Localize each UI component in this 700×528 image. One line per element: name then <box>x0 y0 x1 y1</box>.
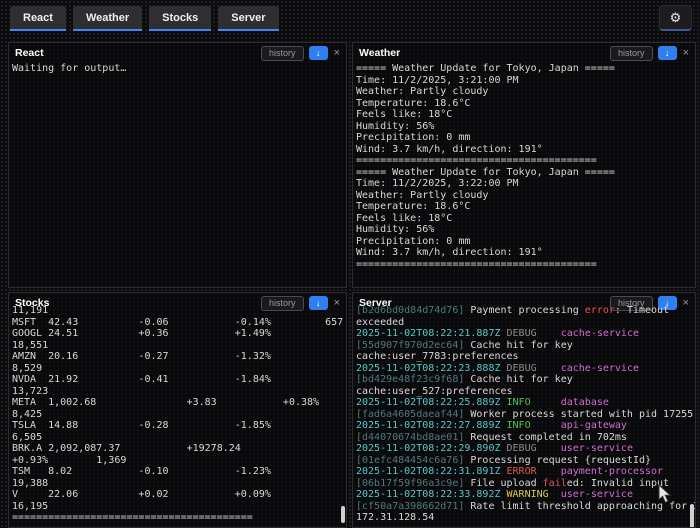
weather-output-text: ===== Weather Update for Tokyo, Japan ==… <box>356 63 615 270</box>
scrollbar-thumb[interactable] <box>341 506 345 523</box>
panel-weather-body: ===== Weather Update for Tokyo, Japan ==… <box>353 59 695 270</box>
tab-bar-tabs: React Weather Stocks Server <box>10 5 659 31</box>
panel-react-header: React history ↓ × <box>9 43 346 61</box>
gear-icon: ⚙ <box>669 9 682 25</box>
panel-weather-header: Weather history ↓ × <box>353 43 695 61</box>
log-line: [06b17f59f96a3c9e] File upload failed: I… <box>356 477 670 489</box>
panel-title: React <box>15 47 44 59</box>
log-line: 2025-11-02T08:22:27.889Z INFO api-gatewa… <box>356 420 627 431</box>
panel-server-body: [b2d6bd0d84d74d76] Payment processing er… <box>353 305 695 524</box>
log-line: [01efc484454c6a76] Processing request {r… <box>356 454 652 466</box>
panel-server: Server history ↓ × [b2d6bd0d84d74d76] Pa… <box>352 292 696 528</box>
server-log: [b2d6bd0d84d74d76] Payment processing er… <box>356 305 695 524</box>
log-line: 2025-11-02T08:22:23.888Z DEBUG cache-ser… <box>356 362 639 374</box>
tab-weather[interactable]: Weather <box>72 5 143 31</box>
close-icon[interactable]: × <box>334 47 340 59</box>
log-line: 2025-11-02T08:22:21.887Z DEBUG cache-ser… <box>356 328 639 339</box>
history-button[interactable]: history <box>261 45 304 61</box>
panel-weather: Weather history ↓ × ===== Weather Update… <box>352 42 696 288</box>
log-line: exceeded <box>356 316 405 328</box>
collapse-button[interactable]: ↓ <box>308 46 328 60</box>
log-line: 2025-11-02T08:22:31.891Z ERROR payment-p… <box>356 466 664 477</box>
panel-stocks-body: 11,191 MSFT 42.43 -0.06 -0.14% 657 GOOGL… <box>9 305 346 524</box>
settings-button[interactable]: ⚙ <box>659 5 692 31</box>
arrow-down-icon: ↓ <box>315 297 321 308</box>
tab-stocks[interactable]: Stocks <box>149 5 212 31</box>
panel-react-body: Waiting for output… <box>9 59 346 75</box>
stocks-output-text: 11,191 MSFT 42.43 -0.06 -0.14% 657 GOOGL… <box>12 305 344 523</box>
top-tab-bar: React Weather Stocks Server ⚙ <box>0 0 700 36</box>
close-icon[interactable]: × <box>334 297 340 309</box>
collapse-button[interactable]: ↓ <box>657 46 677 60</box>
arrow-down-icon: ↓ <box>315 47 321 58</box>
log-line: [bd429e48f23c9f68] Cache hit for key <box>356 374 573 385</box>
panel-stocks-header: Stocks history ↓ × <box>9 293 346 311</box>
history-button[interactable]: history <box>610 45 653 61</box>
panel-stocks: Stocks history ↓ × 11,191 MSFT 42.43 -0.… <box>8 292 347 528</box>
log-line: 2025-11-02T08:22:25.889Z INFO database <box>356 397 609 408</box>
log-line: cache:user_527:preferences <box>356 385 513 397</box>
log-line: cache:user_7783:preferences <box>356 351 519 362</box>
collapse-button[interactable]: ↓ <box>308 296 328 310</box>
scrollbar-thumb[interactable] <box>690 504 694 527</box>
log-line: 2025-11-02T08:22:33.892Z WARNING user-se… <box>356 489 633 500</box>
panel-title: Stocks <box>15 297 50 309</box>
react-output-text: Waiting for output… <box>12 63 127 74</box>
panel-react: React history ↓ × Waiting for output… <box>8 42 347 288</box>
log-line: 2025-11-02T08:22:29.890Z DEBUG user-serv… <box>356 443 633 454</box>
tab-react[interactable]: React <box>10 5 66 31</box>
log-line: [d44070674bd8ae01] Request completed in … <box>356 431 627 443</box>
arrow-down-icon: ↓ <box>664 47 670 58</box>
log-line: [fad6a4605daeaf44] Worker process starte… <box>356 408 694 420</box>
close-icon[interactable]: × <box>683 47 689 59</box>
log-line: [55d907f970d2ec64] Cache hit for key <box>356 339 573 351</box>
log-line: [cf50a7a398662d71] Rate limit threshold … <box>356 500 696 512</box>
panel-title: Weather <box>359 47 401 59</box>
history-button[interactable]: history <box>261 295 304 311</box>
log-line: [b2d6bd0d84d74d76] Payment processing er… <box>356 305 670 316</box>
log-line: 172.31.128.54 <box>356 512 435 523</box>
close-icon[interactable]: × <box>683 297 689 309</box>
tab-server[interactable]: Server <box>218 5 279 31</box>
